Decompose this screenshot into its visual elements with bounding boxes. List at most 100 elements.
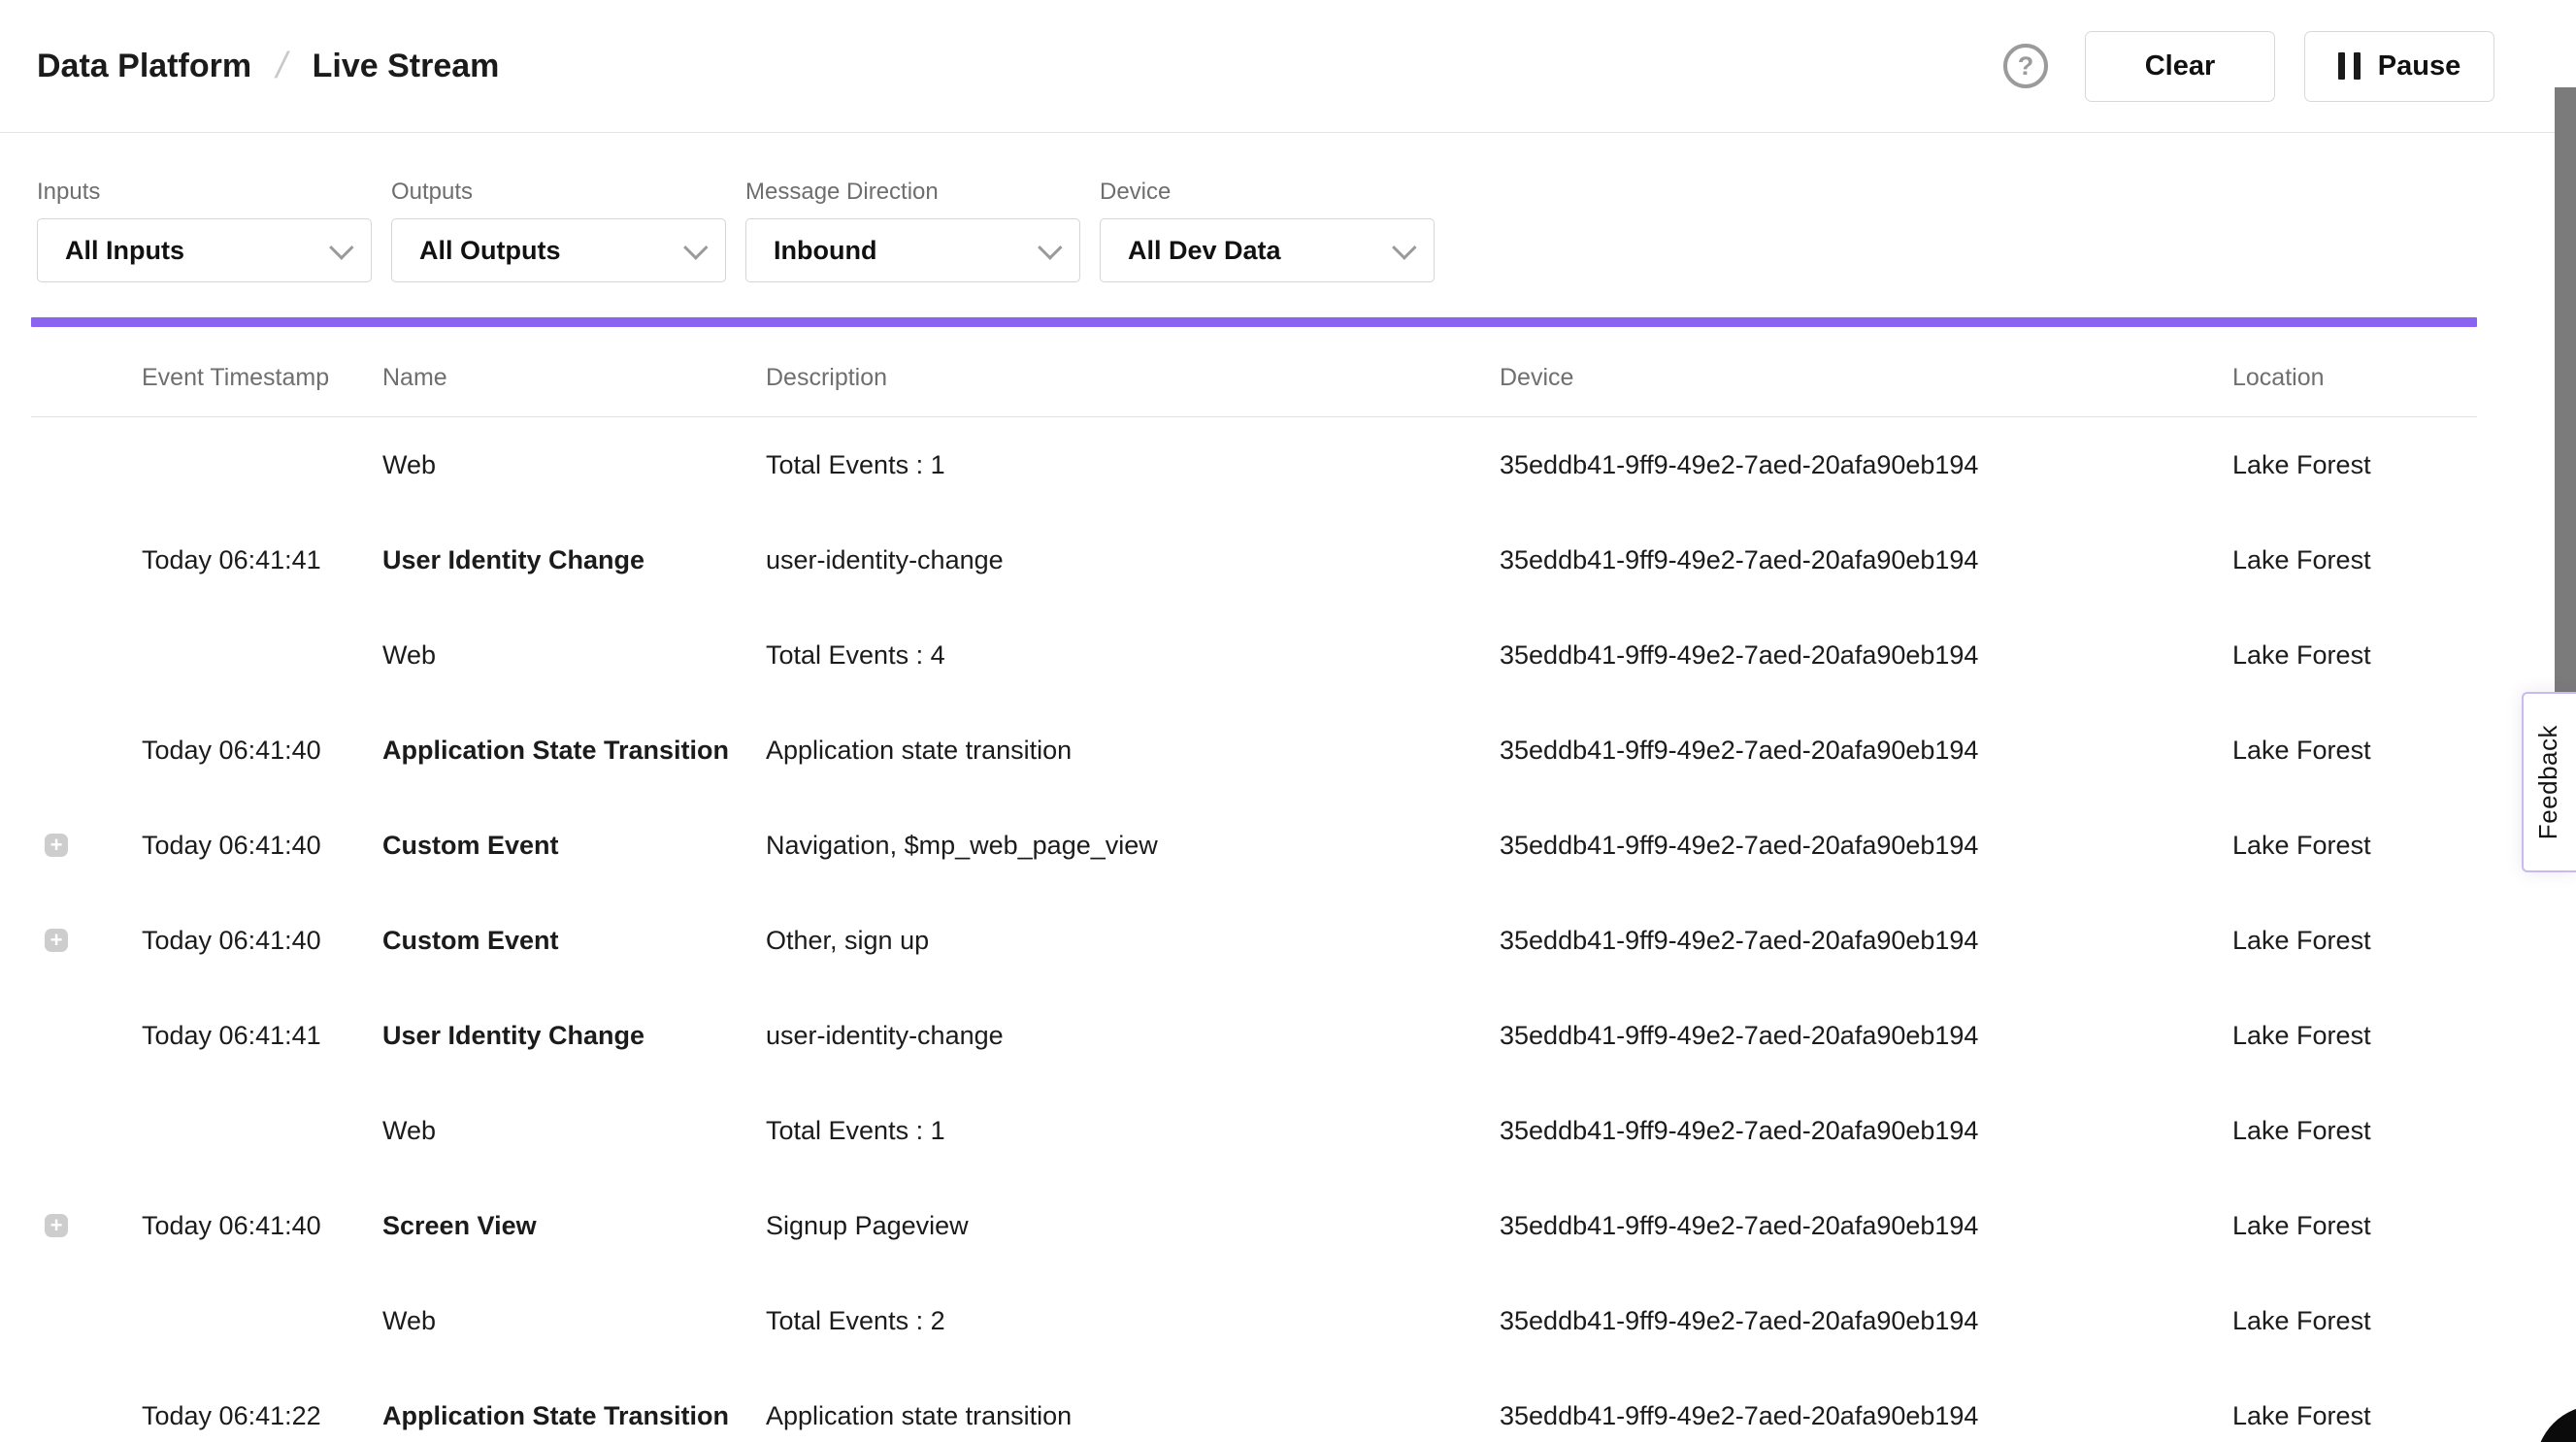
cell-location: Lake Forest (2232, 1116, 2477, 1146)
live-stream-table: Event Timestamp Name Description Device … (31, 327, 2477, 1442)
cell-description: user-identity-change (766, 1021, 1500, 1051)
table-row: + Web Total Events : 2 35eddb41-9ff9-49e… (31, 1273, 2477, 1368)
cell-event-name: Application State Transition (382, 1401, 766, 1431)
expand-cell: + (31, 453, 142, 476)
cell-description: Total Events : 4 (766, 640, 1500, 671)
cell-location: Lake Forest (2232, 736, 2477, 766)
column-header-description: Description (766, 364, 1500, 392)
cell-device-id: 35eddb41-9ff9-49e2-7aed-20afa90eb194 (1500, 545, 2232, 575)
column-header-location: Location (2232, 364, 2477, 392)
chevron-down-icon (329, 235, 353, 259)
cell-description: user-identity-change (766, 545, 1500, 575)
cell-description: Other, sign up (766, 926, 1500, 956)
table-row: + Web Total Events : 1 35eddb41-9ff9-49e… (31, 1083, 2477, 1178)
chevron-down-icon (683, 235, 708, 259)
expand-cell: + (31, 738, 142, 762)
cell-device-id: 35eddb41-9ff9-49e2-7aed-20afa90eb194 (1500, 926, 2232, 956)
cell-device-id: 35eddb41-9ff9-49e2-7aed-20afa90eb194 (1500, 640, 2232, 671)
table-row: + Today 06:41:40 Screen View Signup Page… (31, 1178, 2477, 1273)
cell-event-name: Web (382, 450, 766, 480)
help-icon[interactable]: ? (2003, 44, 2048, 88)
cell-description: Total Events : 1 (766, 1116, 1500, 1146)
outputs-select[interactable]: All Outputs (391, 218, 726, 282)
cell-location: Lake Forest (2232, 640, 2477, 671)
expand-row-icon[interactable]: + (45, 1214, 68, 1237)
outputs-select-value: All Outputs (419, 236, 560, 266)
vertical-scrollbar-thumb[interactable] (2555, 87, 2576, 705)
column-header-timestamp: Event Timestamp (142, 364, 382, 392)
expand-cell: + (31, 1024, 142, 1047)
plus-glyph: + (50, 835, 63, 856)
header-actions: ? Clear Pause (2003, 31, 2494, 102)
cell-description: Total Events : 1 (766, 450, 1500, 480)
inputs-select-value: All Inputs (65, 236, 184, 266)
cell-device-id: 35eddb41-9ff9-49e2-7aed-20afa90eb194 (1500, 450, 2232, 480)
expand-cell: + (31, 1404, 142, 1427)
pause-icon (2338, 52, 2361, 80)
message-direction-select[interactable]: Inbound (745, 218, 1080, 282)
table-row: + Today 06:41:40 Custom Event Other, sig… (31, 893, 2477, 988)
message-direction-select-value: Inbound (774, 236, 876, 266)
expand-cell: + (31, 548, 142, 572)
column-header-device: Device (1500, 364, 2232, 392)
expand-cell: + (31, 1309, 142, 1332)
breadcrumb-separator-icon: / (272, 46, 291, 87)
event-table-body: + Web Total Events : 1 35eddb41-9ff9-49e… (31, 417, 2477, 1442)
cell-description: Navigation, $mp_web_page_view (766, 831, 1500, 861)
chat-widget-button[interactable] (2535, 1405, 2576, 1442)
expand-cell: + (31, 1119, 142, 1142)
cell-event-name: Web (382, 1306, 766, 1336)
pause-button-label: Pause (2378, 50, 2460, 82)
cell-description: Application state transition (766, 736, 1500, 766)
cell-device-id: 35eddb41-9ff9-49e2-7aed-20afa90eb194 (1500, 1306, 2232, 1336)
top-header: Data Platform / Live Stream ? Clear Paus… (0, 0, 2576, 133)
expand-row-icon[interactable]: + (45, 929, 68, 952)
table-row: + Web Total Events : 1 35eddb41-9ff9-49e… (31, 417, 2477, 512)
inputs-select[interactable]: All Inputs (37, 218, 372, 282)
device-select-value: All Dev Data (1128, 236, 1281, 266)
expand-cell: + (31, 834, 142, 857)
column-header-name: Name (382, 364, 766, 392)
cell-device-id: 35eddb41-9ff9-49e2-7aed-20afa90eb194 (1500, 1401, 2232, 1431)
cell-description: Total Events : 2 (766, 1306, 1500, 1336)
filter-bar: Inputs All Inputs Outputs All Outputs Me… (0, 133, 2576, 317)
clear-button[interactable]: Clear (2085, 31, 2275, 102)
table-row: + Today 06:41:40 Custom Event Navigation… (31, 798, 2477, 893)
feedback-tab[interactable]: Feedback (2522, 692, 2576, 872)
expand-cell: + (31, 643, 142, 667)
cell-event-name: Web (382, 1116, 766, 1146)
cell-event-timestamp: Today 06:41:40 (142, 831, 382, 861)
cell-device-id: 35eddb41-9ff9-49e2-7aed-20afa90eb194 (1500, 831, 2232, 861)
filter-outputs: Outputs All Outputs (391, 179, 726, 317)
table-row: + Today 06:41:41 User Identity Change us… (31, 512, 2477, 607)
cell-description: Signup Pageview (766, 1211, 1500, 1241)
cell-location: Lake Forest (2232, 545, 2477, 575)
cell-location: Lake Forest (2232, 926, 2477, 956)
question-mark-glyph: ? (2018, 51, 2034, 82)
cell-device-id: 35eddb41-9ff9-49e2-7aed-20afa90eb194 (1500, 1116, 2232, 1146)
cell-event-timestamp: Today 06:41:40 (142, 1211, 382, 1241)
outputs-filter-label: Outputs (391, 179, 726, 206)
cell-location: Lake Forest (2232, 1211, 2477, 1241)
pause-button[interactable]: Pause (2304, 31, 2494, 102)
table-row: + Today 06:41:41 User Identity Change us… (31, 988, 2477, 1083)
cell-event-name: Custom Event (382, 926, 766, 956)
table-row: + Today 06:41:22 Application State Trans… (31, 1368, 2477, 1442)
cell-location: Lake Forest (2232, 450, 2477, 480)
inputs-filter-label: Inputs (37, 179, 372, 206)
expand-row-icon[interactable]: + (45, 834, 68, 857)
plus-glyph: + (50, 930, 63, 951)
cell-event-name: Custom Event (382, 831, 766, 861)
cell-event-name: User Identity Change (382, 545, 766, 575)
table-row: + Today 06:41:40 Application State Trans… (31, 703, 2477, 798)
cell-event-name: Web (382, 640, 766, 671)
device-select[interactable]: All Dev Data (1100, 218, 1435, 282)
cell-device-id: 35eddb41-9ff9-49e2-7aed-20afa90eb194 (1500, 1211, 2232, 1241)
accent-divider (31, 317, 2477, 327)
cell-description: Application state transition (766, 1401, 1500, 1431)
breadcrumb-section[interactable]: Data Platform (37, 48, 251, 85)
cell-event-timestamp: Today 06:41:41 (142, 545, 382, 575)
filter-device: Device All Dev Data (1100, 179, 1435, 317)
chevron-down-icon (1038, 235, 1062, 259)
cell-event-timestamp: Today 06:41:22 (142, 1401, 382, 1431)
